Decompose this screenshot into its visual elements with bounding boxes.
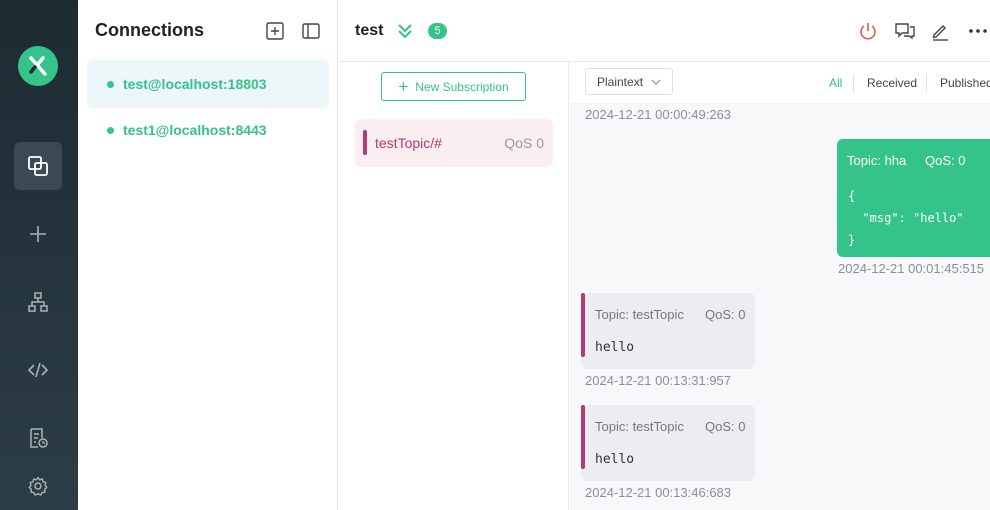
edit-connection-button[interactable]: [928, 19, 952, 43]
message-toolbar: Plaintext All Received Published: [570, 62, 990, 104]
nav-topology[interactable]: [14, 278, 62, 326]
plus-icon: +: [398, 77, 409, 96]
connection-label: test@localhost:18803: [123, 76, 267, 92]
new-subscription-button[interactable]: + New Subscription: [381, 72, 526, 101]
gear-icon: [28, 476, 48, 496]
message-timestamp: 2024-12-21 00:01:45:515: [838, 261, 985, 276]
power-icon: [860, 23, 876, 40]
connection-label: test1@localhost:8443: [123, 122, 267, 138]
nav-new-connection[interactable]: [14, 210, 62, 258]
message-topic: Topic: testTopic: [595, 307, 684, 322]
log-icon: [30, 428, 48, 448]
pencil-icon: [932, 25, 948, 41]
nav-log[interactable]: [14, 414, 62, 462]
connections-icon: [28, 156, 48, 176]
subscriptions-panel: + New Subscription testTopic/# QoS 0: [339, 62, 569, 510]
more-options-button[interactable]: [966, 19, 990, 43]
chevron-down-icon: [651, 79, 661, 85]
sidebar-toggle-icon: [302, 23, 320, 39]
topic-color-bar: [363, 130, 367, 155]
app-logo: [18, 46, 58, 86]
new-subscription-label: New Subscription: [415, 79, 509, 94]
message-payload: { "msg": "hello" }: [848, 189, 964, 247]
mqttx-logo-icon: [29, 56, 47, 76]
toggle-sidebar-button[interactable]: [300, 20, 322, 42]
code-icon: [27, 362, 49, 378]
message-topic: Topic: testTopic: [595, 419, 684, 434]
message-topic: Topic: hha: [847, 153, 907, 168]
messages-panel: 2024-12-21 00:00:49:263 Topic: hha QoS: …: [570, 62, 990, 510]
message-qos: QoS: 0: [705, 307, 746, 322]
nav-script[interactable]: [14, 346, 62, 394]
plus-square-icon: [266, 22, 284, 40]
new-folder-button[interactable]: [264, 20, 286, 42]
chat-bubbles-icon: [895, 23, 915, 40]
connections-panel: Connections test@localhost:18803 test1@l…: [78, 0, 338, 510]
connection-name: test: [355, 22, 384, 39]
topology-icon: [28, 292, 48, 312]
connection-header: test 5: [339, 0, 990, 62]
payload-format-select[interactable]: Plaintext: [585, 68, 673, 95]
filter-published[interactable]: Published: [940, 76, 990, 90]
connection-item-test[interactable]: test@localhost:18803: [87, 60, 329, 108]
connection-item-test1[interactable]: test1@localhost:8443: [87, 106, 329, 154]
subscription-topic: testTopic/#: [375, 135, 442, 151]
payload-format-value: Plaintext: [597, 74, 644, 89]
nav-connections[interactable]: [14, 142, 62, 190]
status-dot: [107, 80, 114, 88]
more-horizontal-icon: [969, 29, 987, 33]
plus-icon: [30, 226, 46, 242]
message-count-badge: 5: [428, 23, 447, 39]
topic-color-bar: [581, 405, 585, 469]
subscription-qos: QoS 0: [504, 135, 544, 151]
message-timestamp: 2024-12-21 00:00:49:263: [585, 107, 732, 122]
message-timestamp: 2024-12-21 00:13:46:683: [585, 485, 732, 500]
new-window-button[interactable]: [893, 19, 917, 43]
filter-received[interactable]: Received: [867, 76, 917, 90]
received-message[interactable]: Topic: testTopic QoS: 0 hello: [581, 405, 755, 481]
published-message[interactable]: Topic: hha QoS: 0 { "msg": "hello" }: [837, 139, 990, 257]
message-payload: hello: [595, 340, 635, 355]
message-payload: hello: [595, 452, 635, 467]
filter-all[interactable]: All: [829, 76, 842, 90]
disconnect-button[interactable]: [856, 19, 880, 43]
topic-color-bar: [581, 293, 585, 357]
received-message[interactable]: Topic: testTopic QoS: 0 hello: [581, 293, 755, 369]
nav-settings[interactable]: [14, 462, 62, 510]
status-dot: [107, 126, 114, 134]
double-chevron-down-icon: [398, 24, 412, 39]
message-qos: QoS: 0: [925, 153, 966, 168]
subscription-item[interactable]: testTopic/# QoS 0: [355, 119, 553, 167]
connections-title: Connections: [95, 20, 205, 40]
filter-divider: [853, 74, 854, 92]
filter-divider: [926, 74, 927, 92]
message-timestamp: 2024-12-21 00:13:31:957: [585, 373, 732, 388]
message-qos: QoS: 0: [705, 419, 746, 434]
nav-rail: [0, 0, 78, 510]
expand-info-button[interactable]: [397, 22, 413, 45]
